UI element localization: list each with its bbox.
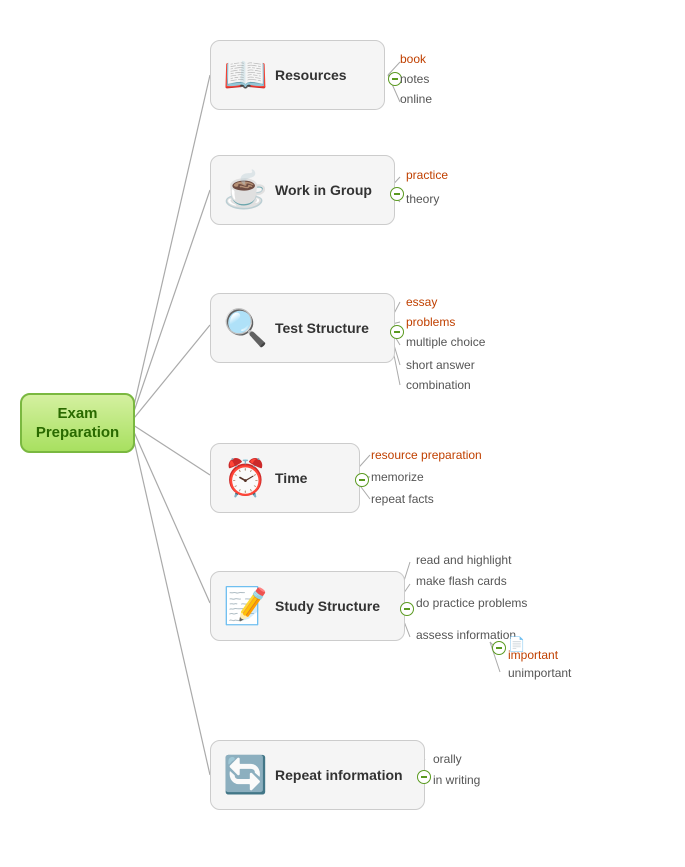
time-collapse[interactable] <box>355 473 369 487</box>
book-icon: 📖 <box>223 57 267 93</box>
leaf-unimportant: unimportant <box>508 666 571 680</box>
study-structure-node: 📝 Study Structure <box>210 571 405 641</box>
study-structure-label: Study Structure <box>275 598 380 614</box>
test-structure-collapse[interactable] <box>390 325 404 339</box>
time-node: ⏰ Time <box>210 443 360 513</box>
work-in-group-collapse[interactable] <box>390 187 404 201</box>
leaf-theory: theory <box>406 192 439 206</box>
leaf-memorize: memorize <box>371 470 424 484</box>
notepad-icon: 📝 <box>223 588 267 624</box>
leaf-essay: essay <box>406 295 437 309</box>
leaf-problems: problems <box>406 315 455 329</box>
leaf-assess-info: assess information <box>416 628 516 642</box>
leaf-short-answer: short answer <box>406 358 475 372</box>
leaf-online: online <box>400 92 432 106</box>
leaf-important: important <box>508 648 558 662</box>
test-structure-label: Test Structure <box>275 320 369 336</box>
leaf-practice-problems: do practice problems <box>416 596 527 610</box>
repeat-information-label: Repeat information <box>275 767 403 783</box>
leaf-repeat-facts: repeat facts <box>371 492 434 506</box>
work-in-group-label: Work in Group <box>275 182 372 198</box>
root-node: Exam Preparation <box>20 393 135 453</box>
study-structure-collapse[interactable] <box>400 602 414 616</box>
leaf-flash-cards: make flash cards <box>416 574 507 588</box>
test-structure-node: 🔍 Test Structure <box>210 293 395 363</box>
leaf-notes: notes <box>400 72 429 86</box>
root-label: Exam Preparation <box>36 404 119 443</box>
magnifier-icon: 🔍 <box>223 310 267 346</box>
time-label: Time <box>275 470 307 486</box>
leaf-combination: combination <box>406 378 471 392</box>
resources-label: Resources <box>275 67 347 83</box>
repeat-info-collapse[interactable] <box>417 770 431 784</box>
work-in-group-node: ☕ Work in Group <box>210 155 395 225</box>
repeat-information-node: 🔄 Repeat information <box>210 740 425 810</box>
leaf-book: book <box>400 52 426 66</box>
alarm-icon: ⏰ <box>223 460 267 496</box>
leaf-read-highlight: read and highlight <box>416 553 511 567</box>
refresh-icon: 🔄 <box>223 757 267 793</box>
leaf-practice: practice <box>406 168 448 182</box>
leaf-resource-prep: resource preparation <box>371 448 482 462</box>
leaf-multiple-choice: multiple choice <box>406 335 485 349</box>
resources-node: 📖 Resources <box>210 40 385 110</box>
leaf-in-writing: in writing <box>433 773 480 787</box>
coffee-icon: ☕ <box>223 172 267 208</box>
leaf-orally: orally <box>433 752 462 766</box>
assess-collapse[interactable] <box>492 641 506 655</box>
